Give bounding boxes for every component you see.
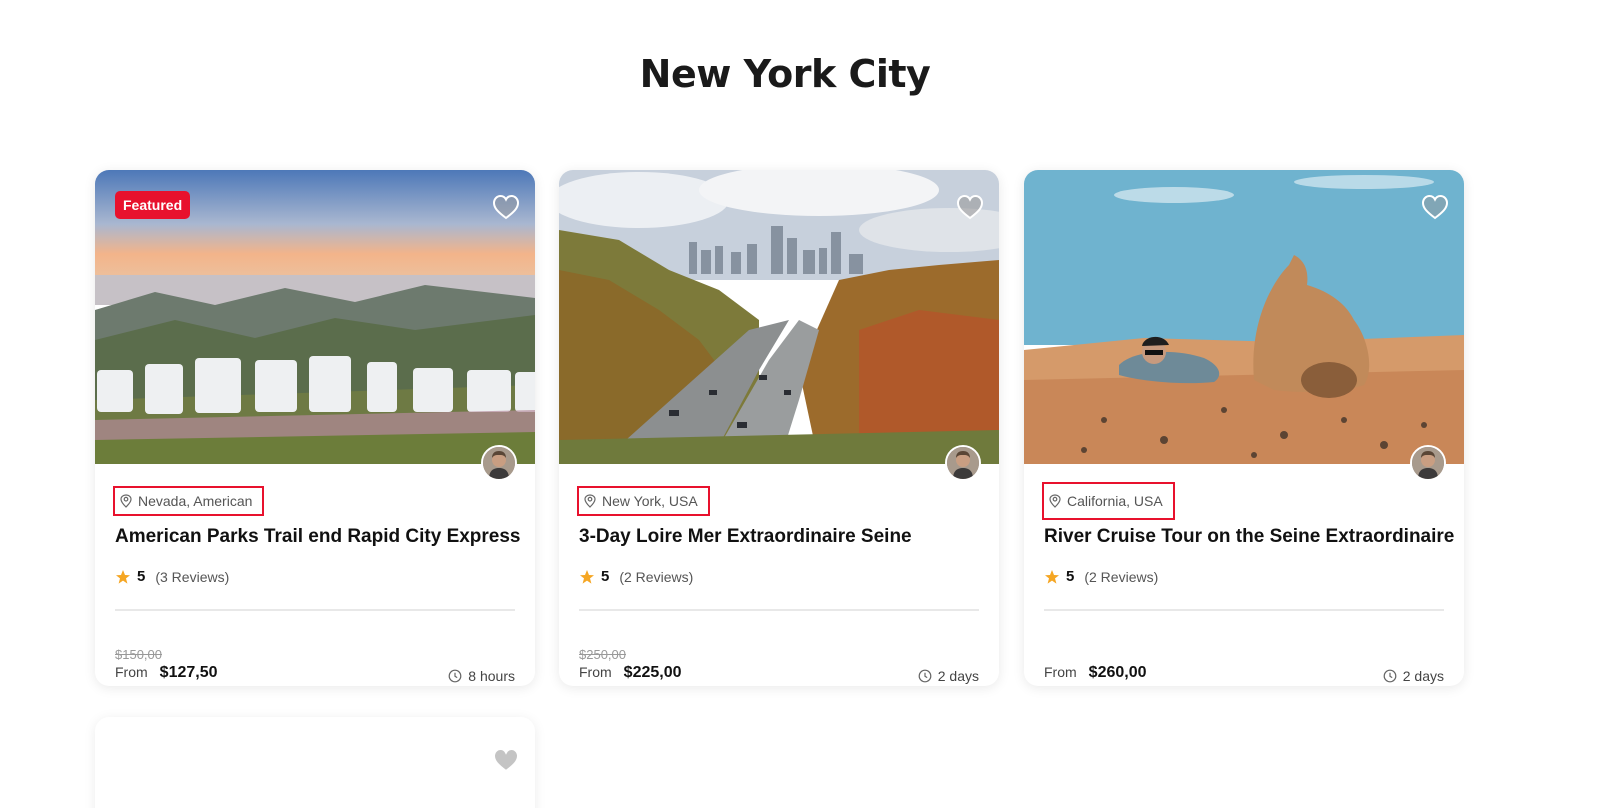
avatar[interactable] [945, 445, 981, 481]
tour-image[interactable]: Featured [95, 170, 535, 464]
divider [579, 609, 979, 611]
tour-image[interactable] [559, 170, 999, 464]
tour-title[interactable]: American Parks Trail end Rapid City Expr… [115, 526, 525, 548]
duration: 8 hours [448, 668, 515, 684]
avatar[interactable] [1410, 445, 1446, 481]
rating: 5 (3 Reviews) [115, 568, 229, 585]
tour-title[interactable]: River Cruise Tour on the Seine Extraordi… [1044, 526, 1454, 548]
clock-icon [1383, 669, 1397, 683]
price-row: From $127,50 [115, 664, 218, 682]
price: $225,00 [623, 664, 682, 681]
divider [1044, 609, 1444, 611]
map-pin-icon [120, 494, 132, 508]
review-count: (2 Reviews) [619, 568, 694, 585]
from-label: From [1044, 664, 1077, 680]
location-text: Nevada, American [138, 493, 253, 509]
star-icon [115, 569, 131, 585]
rating-score: 5 [137, 568, 146, 585]
price: $127,50 [159, 664, 218, 681]
price: $260,00 [1088, 664, 1147, 681]
price-row: From $225,00 [579, 664, 682, 682]
duration: 2 days [1383, 668, 1444, 684]
location-label: Nevada, American [113, 486, 265, 516]
location-text: New York, USA [602, 493, 698, 509]
tour-card[interactable]: Featured Nevada, American American Parks… [95, 170, 535, 686]
clock-icon [918, 669, 932, 683]
review-count: (3 Reviews) [155, 568, 230, 585]
page-title: New York City [639, 52, 931, 96]
from-label: From [115, 664, 148, 680]
map-pin-icon [584, 494, 596, 508]
review-count: (2 Reviews) [1084, 568, 1159, 585]
old-price: $250,00 [579, 647, 626, 662]
duration-text: 8 hours [468, 668, 515, 684]
tour-card[interactable] [95, 717, 535, 808]
map-pin-icon [1049, 494, 1061, 508]
heart-icon[interactable] [1421, 194, 1449, 220]
avatar[interactable] [481, 445, 517, 481]
star-icon [1044, 569, 1060, 585]
location-label: California, USA [1042, 482, 1175, 520]
price-row: From $260,00 [1044, 664, 1147, 682]
heart-icon[interactable] [956, 194, 984, 220]
tour-card[interactable]: California, USA River Cruise Tour on the… [1024, 170, 1464, 686]
heart-icon[interactable] [492, 194, 520, 220]
duration: 2 days [918, 668, 979, 684]
duration-text: 2 days [937, 668, 979, 684]
clock-icon [448, 669, 462, 683]
tour-image[interactable] [1024, 170, 1464, 464]
featured-badge: Featured [115, 191, 191, 219]
tour-card[interactable]: New York, USA 3-Day Loire Mer Extraordin… [559, 170, 999, 686]
from-label: From [579, 664, 612, 680]
rating-score: 5 [601, 568, 610, 585]
rating-score: 5 [1066, 568, 1075, 585]
rating: 5 (2 Reviews) [1044, 568, 1158, 585]
tour-title[interactable]: 3-Day Loire Mer Extraordinaire Seine [579, 526, 989, 548]
heart-icon[interactable] [492, 747, 520, 773]
rating: 5 (2 Reviews) [579, 568, 693, 585]
star-icon [579, 569, 595, 585]
divider [115, 609, 515, 611]
duration-text: 2 days [1402, 668, 1444, 684]
old-price: $150,00 [115, 647, 162, 662]
location-text: California, USA [1067, 493, 1163, 509]
location-label: New York, USA [577, 486, 710, 516]
